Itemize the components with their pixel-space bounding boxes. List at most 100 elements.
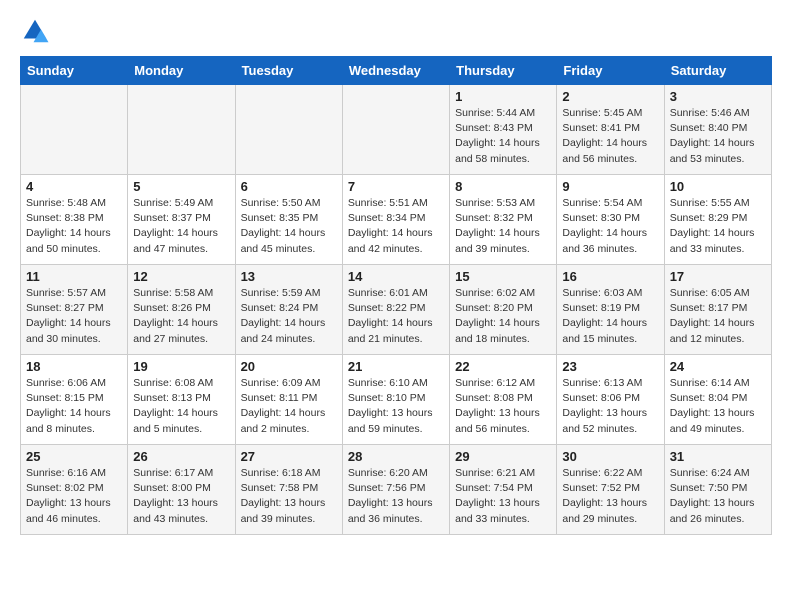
day-number: 16 — [562, 269, 658, 284]
day-info: Sunrise: 6:08 AM Sunset: 8:13 PM Dayligh… — [133, 376, 229, 437]
day-number: 26 — [133, 449, 229, 464]
day-number: 3 — [670, 89, 766, 104]
day-info: Sunrise: 5:58 AM Sunset: 8:26 PM Dayligh… — [133, 286, 229, 347]
day-info: Sunrise: 6:09 AM Sunset: 8:11 PM Dayligh… — [241, 376, 337, 437]
calendar-cell: 24 Sunrise: 6:14 AM Sunset: 8:04 PM Dayli… — [664, 355, 771, 445]
calendar-cell: 27 Sunrise: 6:18 AM Sunset: 7:58 PM Dayli… — [235, 445, 342, 535]
day-info: Sunrise: 6:13 AM Sunset: 8:06 PM Dayligh… — [562, 376, 658, 437]
calendar-cell: 12Sunrise: 5:58 AM Sunset: 8:26 PM Dayli… — [128, 265, 235, 355]
calendar-cell — [21, 85, 128, 175]
day-number: 14 — [348, 269, 444, 284]
day-info: Sunrise: 5:53 AM Sunset: 8:32 PM Dayligh… — [455, 196, 551, 257]
calendar-week-row: 25 Sunrise: 6:16 AM Sunset: 8:02 PM Dayli… — [21, 445, 772, 535]
calendar-week-row: 4 Sunrise: 5:48 AM Sunset: 8:38 PM Daylig… — [21, 175, 772, 265]
day-info: Sunrise: 5:50 AM Sunset: 8:35 PM Dayligh… — [241, 196, 337, 257]
calendar-cell: 1 Sunrise: 5:44 AM Sunset: 8:43 PM Daylig… — [450, 85, 557, 175]
day-number: 31 — [670, 449, 766, 464]
calendar-week-row: 18 Sunrise: 6:06 AM Sunset: 8:15 PM Dayli… — [21, 355, 772, 445]
day-info: Sunrise: 5:44 AM Sunset: 8:43 PM Dayligh… — [455, 106, 551, 167]
day-number: 22 — [455, 359, 551, 374]
calendar-cell: 26 Sunrise: 6:17 AM Sunset: 8:00 PM Dayli… — [128, 445, 235, 535]
day-number: 18 — [26, 359, 122, 374]
logo-icon — [20, 16, 50, 46]
logo — [20, 16, 54, 46]
calendar-header-row: SundayMondayTuesdayWednesdayThursdayFrid… — [21, 57, 772, 85]
day-info: Sunrise: 6:16 AM Sunset: 8:02 PM Dayligh… — [26, 466, 122, 527]
calendar-week-row: 1 Sunrise: 5:44 AM Sunset: 8:43 PM Daylig… — [21, 85, 772, 175]
day-info: Sunrise: 6:14 AM Sunset: 8:04 PM Dayligh… — [670, 376, 766, 437]
day-number: 8 — [455, 179, 551, 194]
day-info: Sunrise: 5:54 AM Sunset: 8:30 PM Dayligh… — [562, 196, 658, 257]
day-info: Sunrise: 6:17 AM Sunset: 8:00 PM Dayligh… — [133, 466, 229, 527]
calendar-cell — [128, 85, 235, 175]
day-number: 23 — [562, 359, 658, 374]
calendar-cell: 23 Sunrise: 6:13 AM Sunset: 8:06 PM Dayli… — [557, 355, 664, 445]
day-info: Sunrise: 5:51 AM Sunset: 8:34 PM Dayligh… — [348, 196, 444, 257]
page-header — [20, 16, 772, 46]
calendar-cell: 3 Sunrise: 5:46 AM Sunset: 8:40 PM Daylig… — [664, 85, 771, 175]
day-info: Sunrise: 6:06 AM Sunset: 8:15 PM Dayligh… — [26, 376, 122, 437]
calendar-cell — [342, 85, 449, 175]
calendar-cell: 17 Sunrise: 6:05 AM Sunset: 8:17 PM Dayli… — [664, 265, 771, 355]
day-number: 7 — [348, 179, 444, 194]
day-number: 15 — [455, 269, 551, 284]
calendar-cell: 9Sunrise: 5:54 AM Sunset: 8:30 PM Daylig… — [557, 175, 664, 265]
day-number: 24 — [670, 359, 766, 374]
calendar-cell: 18 Sunrise: 6:06 AM Sunset: 8:15 PM Dayli… — [21, 355, 128, 445]
day-info: Sunrise: 6:22 AM Sunset: 7:52 PM Dayligh… — [562, 466, 658, 527]
day-number: 29 — [455, 449, 551, 464]
day-info: Sunrise: 6:03 AM Sunset: 8:19 PM Dayligh… — [562, 286, 658, 347]
day-number: 27 — [241, 449, 337, 464]
day-number: 2 — [562, 89, 658, 104]
column-header-tuesday: Tuesday — [235, 57, 342, 85]
day-info: Sunrise: 5:59 AM Sunset: 8:24 PM Dayligh… — [241, 286, 337, 347]
day-number: 17 — [670, 269, 766, 284]
day-number: 21 — [348, 359, 444, 374]
calendar-cell: 16 Sunrise: 6:03 AM Sunset: 8:19 PM Dayli… — [557, 265, 664, 355]
day-number: 1 — [455, 89, 551, 104]
day-info: Sunrise: 6:10 AM Sunset: 8:10 PM Dayligh… — [348, 376, 444, 437]
day-info: Sunrise: 5:48 AM Sunset: 8:38 PM Dayligh… — [26, 196, 122, 257]
day-number: 10 — [670, 179, 766, 194]
day-info: Sunrise: 6:18 AM Sunset: 7:58 PM Dayligh… — [241, 466, 337, 527]
calendar-cell: 30 Sunrise: 6:22 AM Sunset: 7:52 PM Dayli… — [557, 445, 664, 535]
column-header-wednesday: Wednesday — [342, 57, 449, 85]
day-number: 13 — [241, 269, 337, 284]
calendar-cell: 15 Sunrise: 6:02 AM Sunset: 8:20 PM Dayli… — [450, 265, 557, 355]
calendar-cell: 2Sunrise: 5:45 AM Sunset: 8:41 PM Daylig… — [557, 85, 664, 175]
column-header-monday: Monday — [128, 57, 235, 85]
column-header-saturday: Saturday — [664, 57, 771, 85]
column-header-sunday: Sunday — [21, 57, 128, 85]
day-number: 30 — [562, 449, 658, 464]
calendar-cell: 6 Sunrise: 5:50 AM Sunset: 8:35 PM Daylig… — [235, 175, 342, 265]
day-info: Sunrise: 5:46 AM Sunset: 8:40 PM Dayligh… — [670, 106, 766, 167]
calendar-cell: 13 Sunrise: 5:59 AM Sunset: 8:24 PM Dayli… — [235, 265, 342, 355]
calendar-cell: 4 Sunrise: 5:48 AM Sunset: 8:38 PM Daylig… — [21, 175, 128, 265]
day-info: Sunrise: 5:55 AM Sunset: 8:29 PM Dayligh… — [670, 196, 766, 257]
day-number: 28 — [348, 449, 444, 464]
calendar-cell: 8 Sunrise: 5:53 AM Sunset: 8:32 PM Daylig… — [450, 175, 557, 265]
day-info: Sunrise: 6:24 AM Sunset: 7:50 PM Dayligh… — [670, 466, 766, 527]
day-info: Sunrise: 6:20 AM Sunset: 7:56 PM Dayligh… — [348, 466, 444, 527]
calendar-cell: 28 Sunrise: 6:20 AM Sunset: 7:56 PM Dayli… — [342, 445, 449, 535]
day-info: Sunrise: 6:05 AM Sunset: 8:17 PM Dayligh… — [670, 286, 766, 347]
column-header-friday: Friday — [557, 57, 664, 85]
calendar-cell: 11Sunrise: 5:57 AM Sunset: 8:27 PM Dayli… — [21, 265, 128, 355]
calendar-cell: 31 Sunrise: 6:24 AM Sunset: 7:50 PM Dayli… — [664, 445, 771, 535]
calendar-cell: 20Sunrise: 6:09 AM Sunset: 8:11 PM Dayli… — [235, 355, 342, 445]
calendar-cell: 10 Sunrise: 5:55 AM Sunset: 8:29 PM Dayli… — [664, 175, 771, 265]
day-number: 6 — [241, 179, 337, 194]
day-number: 25 — [26, 449, 122, 464]
calendar-cell: 22Sunrise: 6:12 AM Sunset: 8:08 PM Dayli… — [450, 355, 557, 445]
calendar-cell: 25 Sunrise: 6:16 AM Sunset: 8:02 PM Dayli… — [21, 445, 128, 535]
calendar-cell: 21 Sunrise: 6:10 AM Sunset: 8:10 PM Dayli… — [342, 355, 449, 445]
calendar-table: SundayMondayTuesdayWednesdayThursdayFrid… — [20, 56, 772, 535]
calendar-cell: 29Sunrise: 6:21 AM Sunset: 7:54 PM Dayli… — [450, 445, 557, 535]
calendar-cell: 14Sunrise: 6:01 AM Sunset: 8:22 PM Dayli… — [342, 265, 449, 355]
calendar-week-row: 11Sunrise: 5:57 AM Sunset: 8:27 PM Dayli… — [21, 265, 772, 355]
day-info: Sunrise: 5:57 AM Sunset: 8:27 PM Dayligh… — [26, 286, 122, 347]
day-number: 5 — [133, 179, 229, 194]
day-number: 4 — [26, 179, 122, 194]
day-info: Sunrise: 6:02 AM Sunset: 8:20 PM Dayligh… — [455, 286, 551, 347]
day-number: 19 — [133, 359, 229, 374]
